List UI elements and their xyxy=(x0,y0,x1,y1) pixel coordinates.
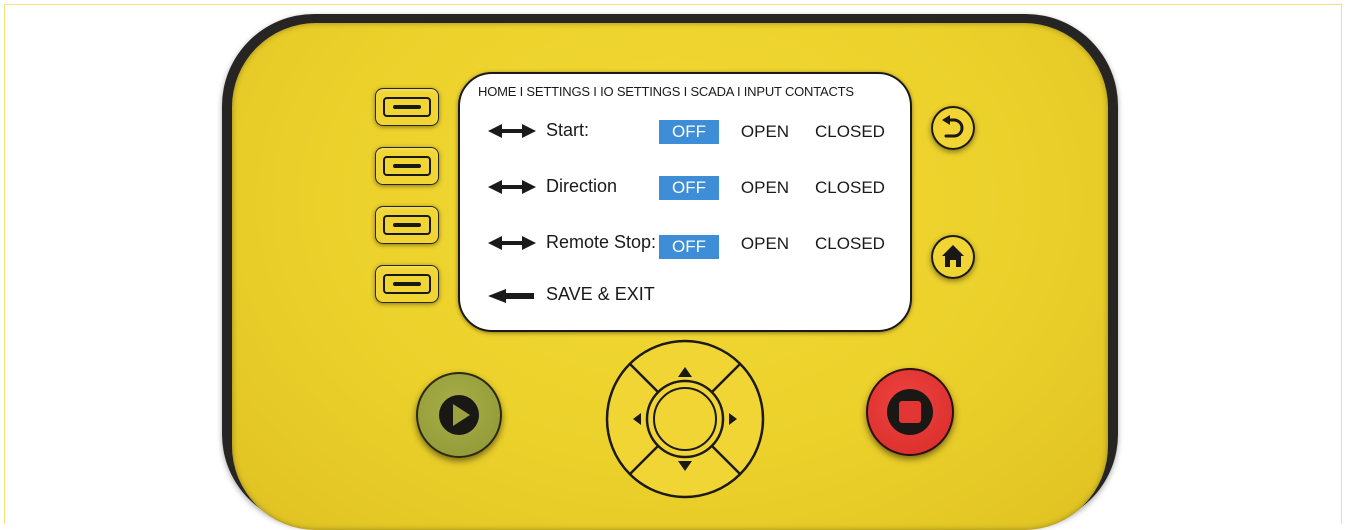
stop-icon xyxy=(887,389,933,435)
breadcrumb: HOME I SETTINGS I IO SETTINGS I SCADA I … xyxy=(478,84,854,99)
display-screen: HOME I SETTINGS I IO SETTINGS I SCADA I … xyxy=(458,72,912,332)
option-open[interactable]: OPEN xyxy=(735,120,795,144)
option-closed[interactable]: CLOSED xyxy=(810,176,890,200)
setting-label: Direction xyxy=(546,176,618,196)
option-open[interactable]: OPEN xyxy=(735,176,795,200)
option-closed[interactable]: CLOSED xyxy=(810,232,890,256)
soft-key-bar xyxy=(383,274,431,294)
undo-arrow-icon xyxy=(942,115,964,138)
option-open[interactable]: OPEN xyxy=(735,232,795,256)
option-closed[interactable]: CLOSED xyxy=(810,120,890,144)
left-right-arrow-icon xyxy=(488,180,536,194)
option-off-selected[interactable]: OFF xyxy=(659,120,719,144)
soft-key-bar xyxy=(383,215,431,235)
home-button[interactable] xyxy=(931,235,975,279)
play-button[interactable] xyxy=(416,372,502,458)
center-select-button[interactable] xyxy=(655,389,715,449)
option-off-selected[interactable]: OFF xyxy=(659,235,719,259)
stop-button[interactable] xyxy=(866,368,954,456)
setting-label: Start: xyxy=(546,120,590,140)
back-button[interactable] xyxy=(931,106,975,150)
home-icon xyxy=(942,245,964,267)
soft-key-4[interactable] xyxy=(375,265,439,303)
direction-pad xyxy=(600,339,770,499)
option-off-selected[interactable]: OFF xyxy=(659,176,719,200)
soft-key-2[interactable] xyxy=(375,147,439,185)
setting-row-direction: Direction OFF OPEN CLOSED xyxy=(460,176,910,200)
left-right-arrow-icon xyxy=(488,124,536,138)
left-right-arrow-icon xyxy=(488,236,536,250)
controller-device: HOME I SETTINGS I IO SETTINGS I SCADA I … xyxy=(222,14,1118,530)
device-face: HOME I SETTINGS I IO SETTINGS I SCADA I … xyxy=(232,23,1108,530)
soft-key-3[interactable] xyxy=(375,206,439,244)
setting-label: Remote Stop: xyxy=(546,232,657,252)
save-exit-label: SAVE & EXIT xyxy=(546,284,655,304)
setting-row-remote-stop: Remote Stop: OFF OPEN CLOSED xyxy=(460,232,910,259)
soft-key-bar xyxy=(383,156,431,176)
play-icon xyxy=(439,395,479,435)
save-exit-row[interactable]: SAVE & EXIT xyxy=(460,284,910,308)
soft-key-1[interactable] xyxy=(375,88,439,126)
setting-row-start: Start: OFF OPEN CLOSED xyxy=(460,120,910,144)
left-arrow-icon xyxy=(488,289,534,303)
soft-key-bar xyxy=(383,97,431,117)
